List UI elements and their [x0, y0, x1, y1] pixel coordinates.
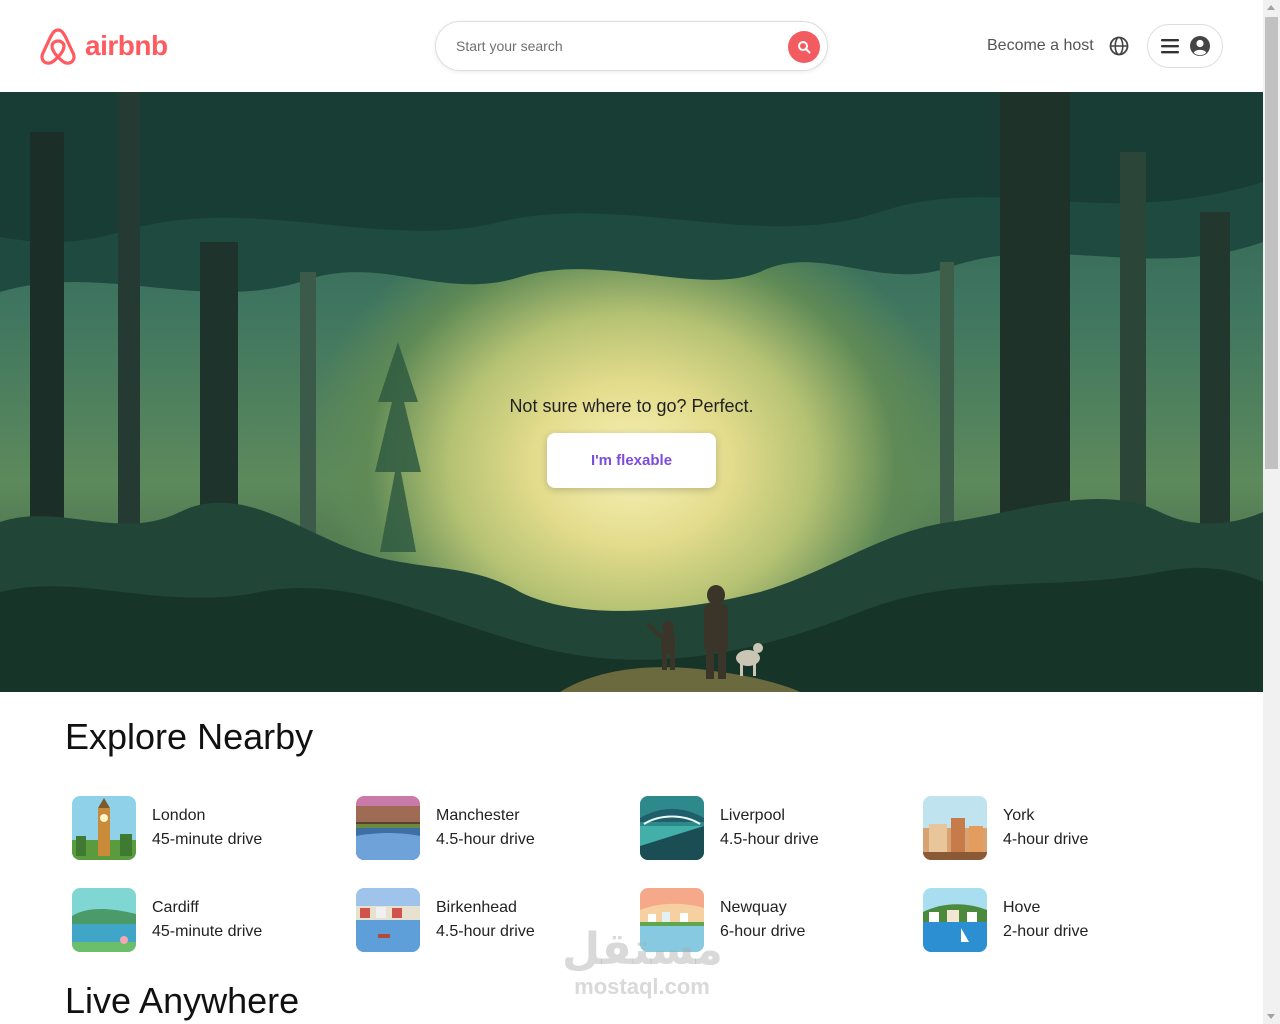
london-thumbnail: [72, 796, 136, 860]
brand-name: airbnb: [85, 30, 168, 61]
airbnb-logo-icon: [40, 28, 76, 65]
list-item[interactable]: Hove 2-hour drive: [923, 888, 1183, 952]
drive-time: 4-hour drive: [1003, 831, 1089, 848]
city-name: Cardiff: [152, 899, 199, 916]
airbnb-logo[interactable]: airbnb: [39, 26, 168, 66]
mostaql-watermark: مستقل mostaql.com: [562, 924, 723, 999]
list-item[interactable]: York 4-hour drive: [923, 796, 1183, 860]
watermark-latin: mostaql.com: [574, 974, 710, 999]
top-nav: airbnb Start your search Become a host: [0, 0, 1263, 92]
drive-time: 4.5-hour drive: [436, 923, 535, 940]
become-host-link[interactable]: Become a host: [987, 37, 1094, 55]
scroll-up-icon[interactable]: [1267, 5, 1275, 10]
city-name: Hove: [1003, 899, 1041, 916]
explore-nearby-title: Explore Nearby: [65, 716, 314, 757]
city-name: Manchester: [436, 807, 520, 824]
york-thumbnail: [923, 796, 987, 860]
search-button[interactable]: [788, 31, 820, 63]
user-avatar-icon: [1190, 36, 1210, 56]
live-anywhere-title: Live Anywhere: [65, 980, 300, 1021]
globe-icon[interactable]: [1108, 35, 1130, 57]
list-item[interactable]: Cardiff 45-minute drive: [72, 888, 332, 952]
user-menu-button[interactable]: [1147, 24, 1223, 68]
hero-tagline: Not sure where to go? Perfect.: [509, 396, 754, 416]
drive-time: 6-hour drive: [720, 923, 806, 940]
im-flexible-button[interactable]: I'm flexable: [547, 433, 716, 488]
drive-time: 4.5-hour drive: [436, 831, 535, 848]
manchester-thumbnail: [356, 796, 420, 860]
watermark-arabic: مستقل: [562, 924, 723, 975]
forest-illustration: [0, 92, 1263, 692]
search-input[interactable]: Start your search: [456, 38, 563, 54]
hero-banner: Not sure where to go? Perfect. I'm flexa…: [0, 92, 1263, 692]
cardiff-thumbnail: [72, 888, 136, 952]
city-name: York: [1003, 807, 1035, 824]
city-name: Birkenhead: [436, 899, 517, 916]
list-item[interactable]: London 45-minute drive: [72, 796, 332, 860]
search-icon: [798, 41, 811, 54]
liverpool-thumbnail: [640, 796, 704, 860]
birkenhead-thumbnail: [356, 888, 420, 952]
city-name: Newquay: [720, 899, 787, 916]
search-bar[interactable]: Start your search: [435, 21, 828, 71]
city-name: London: [152, 807, 206, 824]
scrollbar-thumb[interactable]: [1265, 17, 1278, 469]
scroll-down-icon[interactable]: [1267, 1014, 1275, 1019]
hamburger-icon: [1161, 39, 1179, 54]
drive-time: 45-minute drive: [152, 831, 263, 848]
drive-time: 2-hour drive: [1003, 923, 1089, 940]
page-scrollbar[interactable]: [1263, 0, 1280, 1024]
drive-time: 45-minute drive: [152, 923, 263, 940]
list-item[interactable]: Manchester 4.5-hour drive: [356, 796, 616, 860]
hove-thumbnail: [923, 888, 987, 952]
list-item[interactable]: Liverpool 4.5-hour drive: [640, 796, 900, 860]
drive-time: 4.5-hour drive: [720, 831, 819, 848]
city-name: Liverpool: [720, 807, 785, 824]
